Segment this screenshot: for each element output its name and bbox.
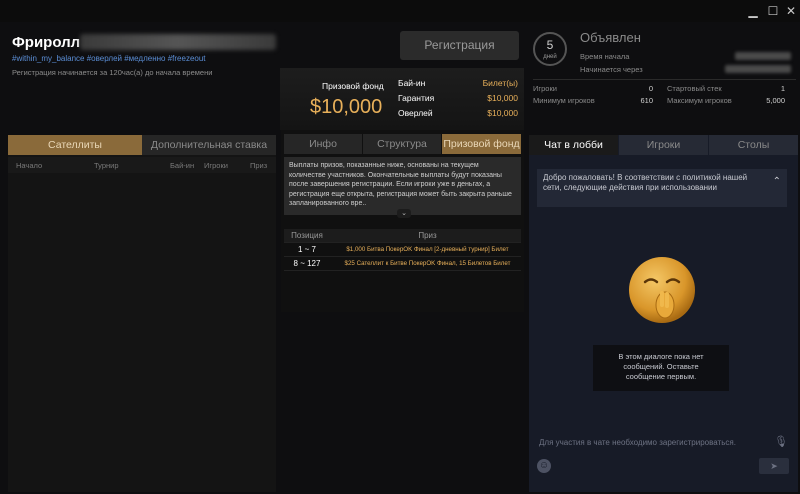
window-titlebar: ▁ ☐ ✕ [0, 0, 800, 22]
buyin-value: Билет(ы) [482, 78, 518, 88]
tab-tables[interactable]: Столы [709, 135, 798, 155]
chat-tabs: Чат в лобби Игроки Столы [529, 135, 798, 155]
redacted-start-time [735, 52, 791, 60]
expand-chevron-icon[interactable]: ⌄ [397, 209, 411, 218]
tournament-title: Фриролл [12, 34, 81, 51]
col-players[interactable]: Игроки [204, 161, 228, 170]
tab-satellites[interactable]: Сателлиты [8, 135, 142, 155]
chat-panel: Чат в лобби Игроки Столы Добро пожаловат… [529, 135, 798, 492]
tab-prize-pool[interactable]: Призовой фонд [442, 134, 521, 154]
prize-pool-label: Призовой фонд [322, 81, 384, 91]
start-stack-value: 1 [780, 84, 785, 93]
prize-pool-panel: Инфо Структура Призовой фонд Выплаты при… [281, 130, 524, 312]
empty-chat-notice: В этом диалоге пока нет сообщений. Остав… [593, 345, 729, 391]
welcome-message: Добро пожаловать! В соответствии с полит… [537, 169, 787, 207]
tab-info[interactable]: Инфо [284, 134, 362, 154]
start-time-label: Время начала [580, 52, 630, 61]
tournament-tags[interactable]: #within_my_balance #оверлей #медленно #f… [12, 54, 206, 63]
guarantee-value: $10,000 [487, 93, 518, 103]
col-prize-table: Приз [418, 231, 437, 240]
tournament-status: Объявлен [580, 30, 641, 45]
prize-cell: $1,000 Битва ПокерOK Финал [2-дневный ту… [346, 246, 509, 253]
col-position: Позиция [291, 231, 323, 240]
redacted-title [80, 34, 276, 50]
position-cell: 1 ~ 7 [297, 245, 316, 254]
players-label: Игроки [533, 84, 557, 93]
status-panel: 5 дней Объявлен Время начала Начинается … [527, 22, 800, 130]
max-players-value: 5,000 [766, 96, 785, 105]
start-stack-label: Стартовый стек [667, 84, 722, 93]
redacted-starts-in [725, 65, 791, 73]
max-players-label: Максимум игроков [667, 96, 732, 105]
prize-summary: Призовой фонд $10,000 Бай-ин Билет(ы) Га… [280, 68, 524, 130]
prize-description: Выплаты призов, показанные ниже, основан… [284, 157, 521, 215]
tab-players[interactable]: Игроки [619, 135, 708, 155]
prize-details: Бай-ин Билет(ы) Гарантия $10,000 Оверлей… [398, 78, 518, 123]
min-players-value: 610 [640, 96, 653, 105]
guarantee-label: Гарантия [398, 93, 435, 103]
empty-line-3: сообщение первым. [625, 372, 697, 381]
players-value: 0 [648, 84, 653, 93]
overlay-row: Оверлей $10,000 [398, 108, 518, 123]
overlay-value: $10,000 [487, 108, 518, 118]
close-icon[interactable]: ✕ [784, 4, 798, 18]
registration-note: Регистрация начинается за 120час(а) до н… [12, 68, 213, 77]
overlay-label: Оверлей [398, 108, 433, 118]
tournament-header: Фриролл #within_my_balance #оверлей #мед… [0, 22, 280, 122]
table-row: 8 ~ 127 $25 Сателлит к Битве ПокерOK Фин… [284, 257, 521, 271]
table-row: 1 ~ 7 $1,000 Битва ПокерOK Финал [2-днев… [284, 243, 521, 257]
col-start[interactable]: Начало [16, 161, 42, 170]
guarantee-row: Гарантия $10,000 [398, 93, 518, 108]
left-tabs: Сателлиты Дополнительная ставка [8, 135, 276, 155]
tab-structure[interactable]: Структура [363, 134, 441, 154]
position-cell: 8 ~ 127 [293, 259, 321, 268]
min-players-label: Минимум игроков [533, 96, 595, 105]
col-buyin[interactable]: Бай-ин [170, 161, 194, 170]
satellites-panel: Сателлиты Дополнительная ставка Начало Т… [8, 135, 276, 492]
empty-line-1: В этом диалоге пока нет [618, 352, 704, 361]
starts-in-label: Начинается через [580, 65, 643, 74]
countdown-unit: дней [543, 54, 557, 60]
send-button[interactable]: ➤ [759, 458, 789, 474]
tab-extra-bet[interactable]: Дополнительная ставка [142, 135, 276, 155]
prize-table-header: Позиция Приз [284, 229, 521, 243]
shushing-face-icon [629, 257, 695, 323]
buyin-label: Бай-ин [398, 78, 426, 88]
chat-input[interactable]: Для участия в чате необходимо зарегистри… [539, 438, 736, 447]
register-button[interactable]: Регистрация [400, 31, 519, 60]
empty-line-2: сообщений. Оставьте [623, 362, 699, 371]
col-tournament[interactable]: Турнир [94, 161, 119, 170]
tab-lobby-chat[interactable]: Чат в лобби [529, 135, 618, 155]
buyin-row: Бай-ин Билет(ы) [398, 78, 518, 93]
microphone-icon[interactable]: 🎙︎ [774, 435, 788, 448]
prize-table: Позиция Приз 1 ~ 7 $1,000 Битва ПокерOK … [284, 229, 521, 271]
satellites-columns: Начало Турнир Бай-ин Игроки Приз [8, 157, 276, 173]
minimize-icon[interactable]: ▁ [746, 4, 760, 18]
center-tabs: Инфо Структура Призовой фонд [284, 134, 521, 154]
emoji-icon[interactable]: ☺ [537, 459, 551, 473]
prize-cell: $25 Сателлит к Битве ПокерOK Финал, 15 Б… [344, 260, 511, 267]
prize-pool-value: $10,000 [310, 96, 383, 118]
maximize-icon[interactable]: ☐ [766, 4, 780, 18]
col-prize[interactable]: Приз [250, 161, 267, 170]
status-divider [533, 79, 796, 80]
countdown-value: 5 [546, 38, 554, 52]
welcome-text: Добро пожаловать! В соответствии с полит… [543, 173, 748, 192]
collapse-chevron-icon[interactable]: ⌃ [773, 177, 781, 187]
countdown-badge: 5 дней [533, 32, 567, 66]
